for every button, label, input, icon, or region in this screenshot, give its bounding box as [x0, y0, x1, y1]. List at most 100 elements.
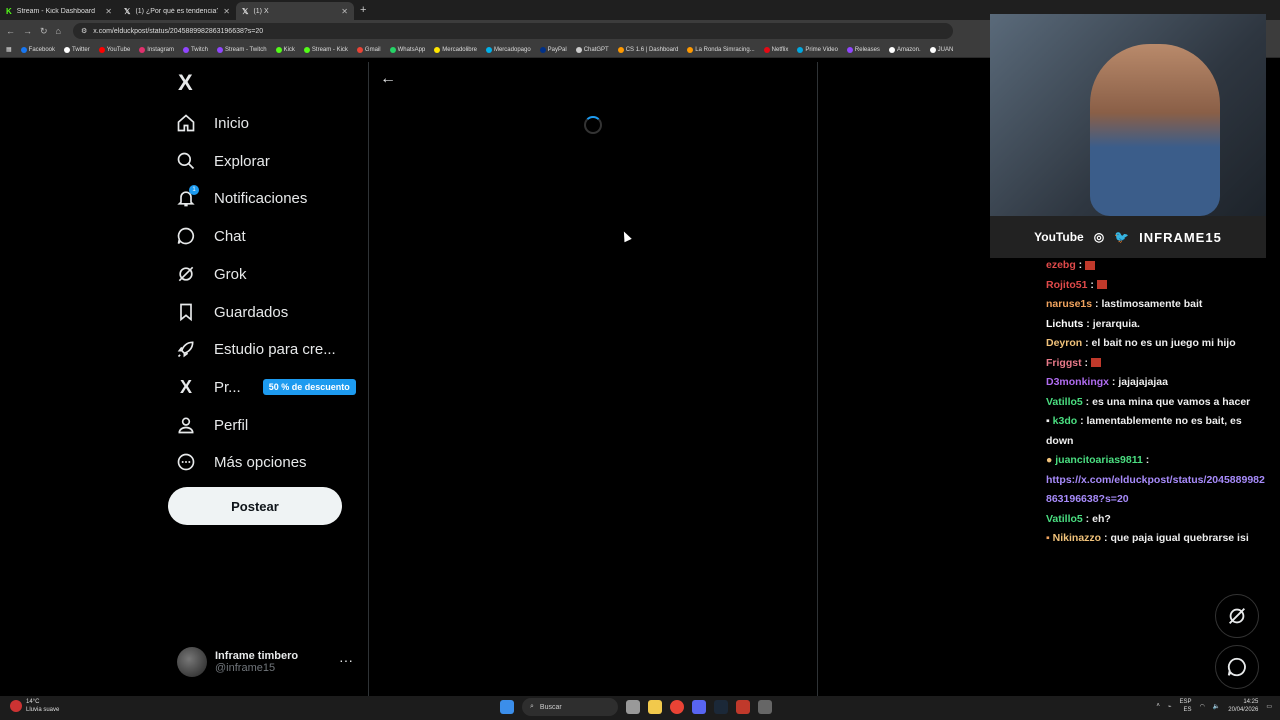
- home-icon[interactable]: ⌂: [56, 26, 61, 36]
- app-icon[interactable]: [736, 700, 750, 714]
- promo-badge[interactable]: 50 % de descuento: [262, 379, 356, 395]
- chat-message: Rojito51 :: [1046, 276, 1268, 296]
- badge-icon: ▪: [1046, 415, 1050, 427]
- url-field[interactable]: ⚙ x.com/elduckpost/status/20458899828631…: [72, 23, 953, 39]
- bookmark-item[interactable]: CS 1.6 | Dashboard: [617, 46, 678, 53]
- bookmark-item[interactable]: ChatGPT: [575, 46, 609, 53]
- messages-float-button[interactable]: [1215, 645, 1259, 689]
- volume-icon[interactable]: 🔈: [1213, 703, 1220, 710]
- chat-message: D3monkingx : jajajajajaa: [1046, 376, 1168, 388]
- tab-x[interactable]: 𝕏 (1) X ✕: [236, 2, 354, 20]
- nav-item-inicio[interactable]: Inicio: [176, 113, 249, 133]
- back-icon[interactable]: ←: [6, 26, 15, 36]
- chat-user: Rojito51: [1046, 278, 1088, 291]
- sidebar-divider: [368, 62, 369, 696]
- chrome-icon[interactable]: [670, 700, 684, 714]
- tab-label: Stream - Kick Dashboard: [16, 7, 95, 15]
- site-info-icon[interactable]: ⚙: [81, 27, 87, 35]
- bookmark-item[interactable]: Mercadolibre: [434, 46, 477, 53]
- task-view-icon[interactable]: [626, 700, 640, 714]
- main-divider: [817, 62, 818, 696]
- bookmark-item[interactable]: Facebook: [20, 46, 55, 53]
- close-icon[interactable]: ✕: [341, 7, 348, 16]
- mouse-cursor: [620, 229, 632, 243]
- apps-icon[interactable]: ▦: [6, 46, 12, 53]
- bookmark-item[interactable]: Twitter: [64, 46, 90, 53]
- nav-item-explorar[interactable]: Explorar: [176, 151, 270, 171]
- x-logo-icon[interactable]: X: [178, 70, 193, 96]
- bookmark-item[interactable]: Kick: [275, 46, 295, 53]
- bookmark-item[interactable]: Netflix: [763, 46, 788, 53]
- language-indicator[interactable]: ESP ES: [1180, 698, 1192, 714]
- bookmark-item[interactable]: Mercadopago: [485, 46, 531, 53]
- new-tab-button[interactable]: +: [360, 4, 366, 16]
- nav-item-guardados[interactable]: Guardados: [176, 302, 288, 322]
- nav-item-grok[interactable]: Grok: [176, 264, 247, 284]
- taskbar-search[interactable]: ⌕ Buscar: [522, 698, 618, 716]
- wifi-icon[interactable]: ◠: [1200, 703, 1205, 710]
- bookmark-item[interactable]: Gmail: [356, 46, 381, 53]
- lang-code: ESP: [1179, 699, 1192, 705]
- chat-user: naruse1s: [1046, 298, 1093, 310]
- close-icon[interactable]: ✕: [105, 7, 112, 16]
- bookmark-item[interactable]: La Ronda Simracing...: [687, 46, 755, 53]
- bookmark-icon: [176, 302, 196, 322]
- home-icon: [176, 113, 196, 133]
- discord-icon[interactable]: [692, 700, 706, 714]
- more-icon[interactable]: ···: [339, 652, 353, 668]
- windows-start-icon[interactable]: [500, 700, 514, 714]
- steam-icon[interactable]: [714, 700, 728, 714]
- bookmark-item[interactable]: PayPal: [539, 46, 567, 53]
- forward-icon[interactable]: →: [23, 26, 32, 36]
- emote-icon: [1096, 280, 1107, 290]
- search-icon: ⌕: [530, 703, 534, 710]
- file-explorer-icon[interactable]: [648, 700, 662, 714]
- x-premium-icon: X: [179, 376, 192, 397]
- close-icon[interactable]: ✕: [223, 7, 230, 16]
- tab-kick-dashboard[interactable]: K Stream - Kick Dashboard ✕: [0, 2, 118, 20]
- nav-item-chat[interactable]: Chat: [176, 226, 246, 246]
- grok-icon: [1229, 608, 1245, 624]
- search-icon: [176, 151, 196, 171]
- chat-user: ezebg: [1046, 259, 1076, 271]
- chat-user: Deyron: [1046, 337, 1083, 349]
- grok-icon: [176, 264, 196, 284]
- notification-badge: 1: [189, 185, 199, 195]
- grok-float-button[interactable]: [1215, 594, 1259, 638]
- windows-taskbar: 14°C Lluvia suave ⌕ Buscar ˄ ⌁ ESP ES ◠ …: [0, 696, 1280, 720]
- clock[interactable]: 14:25 20/04/2026: [1228, 698, 1258, 714]
- nav-item-perfil[interactable]: Perfil: [176, 415, 248, 435]
- reload-icon[interactable]: ↻: [40, 26, 48, 37]
- bookmark-item[interactable]: Amazon.: [888, 46, 921, 53]
- bookmark-item[interactable]: Stream - Kick: [303, 46, 348, 53]
- bookmark-item[interactable]: WhatsApp: [389, 46, 425, 53]
- chat-link[interactable]: https://x.com/elduckpost/status/20458899…: [1046, 474, 1265, 506]
- weather-widget[interactable]: 14°C Lluvia suave: [10, 698, 59, 714]
- chat-icon: [176, 226, 196, 246]
- bookmark-item[interactable]: Instagram: [139, 46, 174, 53]
- nav-item-notificaciones[interactable]: 1 Notificaciones: [176, 185, 307, 208]
- more-circle-icon: [176, 452, 196, 472]
- bookmark-item[interactable]: Twitch: [182, 46, 208, 53]
- bookmark-item[interactable]: JUAN: [929, 46, 953, 53]
- post-button[interactable]: Postear: [168, 487, 342, 525]
- app-icon[interactable]: [758, 700, 772, 714]
- chat-message: Friggst :: [1046, 354, 1268, 374]
- bookmark-item[interactable]: YouTube: [98, 46, 130, 53]
- chat-text: lastimosamente bait: [1101, 298, 1203, 310]
- notifications-icon[interactable]: ▭: [1266, 703, 1272, 710]
- chat-user: juancitoarias9811: [1055, 454, 1143, 466]
- bookmark-item[interactable]: Stream - Twitch: [216, 46, 267, 53]
- tab-label: (1) X: [253, 7, 269, 15]
- chevron-up-icon[interactable]: ˄: [1156, 703, 1160, 709]
- account-switcher[interactable]: Inframe timbero @inframe15 ···: [177, 646, 357, 678]
- nav-item-mas-opciones[interactable]: Más opciones: [176, 452, 307, 472]
- bookmark-item[interactable]: Releases: [846, 46, 880, 53]
- nav-item-premium[interactable]: X Pr... 50 % de descuento: [176, 377, 356, 397]
- network-icon[interactable]: ⌁: [1168, 703, 1172, 710]
- emote-icon: [1085, 260, 1096, 270]
- tab-trending[interactable]: 𝕏 (1) ¿Por qué es tendencia? @j ✕: [118, 2, 236, 20]
- nav-item-estudio[interactable]: Estudio para cre...: [176, 339, 336, 359]
- bookmark-item[interactable]: Prime Video: [797, 46, 838, 53]
- back-arrow-icon[interactable]: ←: [380, 70, 396, 88]
